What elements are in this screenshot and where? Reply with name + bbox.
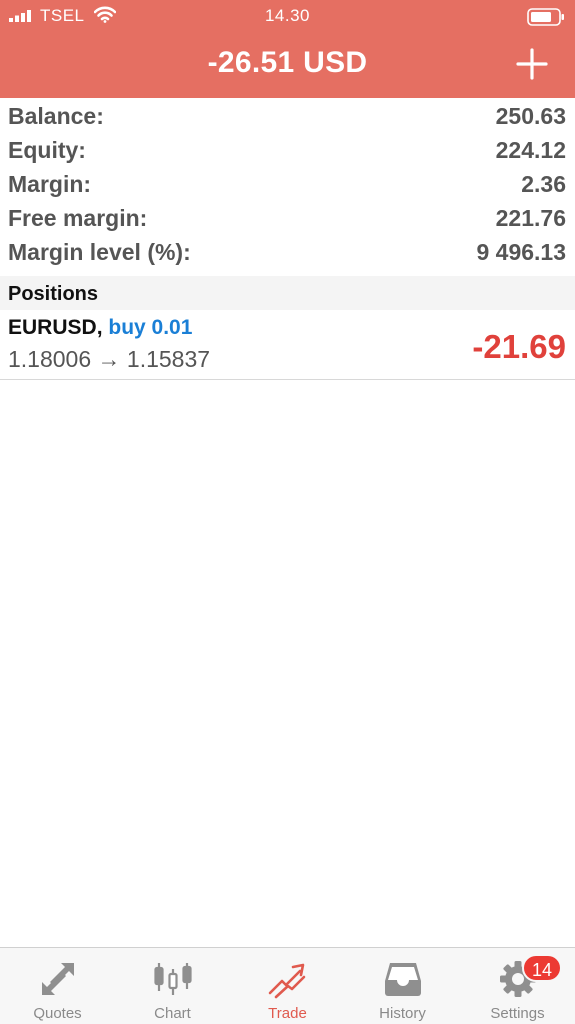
margin-level-value: 9 496.13 xyxy=(476,239,566,265)
margin-level-label: Margin level (%): xyxy=(8,239,191,265)
account-summary: Balance: 250.63 Equity: 224.12 Margin: 2… xyxy=(0,98,575,268)
status-time: 14.30 xyxy=(264,6,311,25)
tab-history-label: History xyxy=(379,1005,426,1022)
equity-label: Equity: xyxy=(8,137,86,163)
inbox-icon xyxy=(384,963,421,996)
equity-value: 224.12 xyxy=(495,137,566,163)
tab-history[interactable]: History xyxy=(345,948,460,1024)
tab-chart[interactable]: Chart xyxy=(115,948,230,1024)
tab-quotes-label: Quotes xyxy=(33,1005,82,1022)
plus-icon xyxy=(516,48,548,80)
settings-notification-badge: 14 xyxy=(522,954,563,982)
candlestick-icon xyxy=(153,963,192,995)
quotes-arrows-icon xyxy=(41,963,74,995)
position-side-volume: buy 0.01 xyxy=(108,316,193,339)
trade-trend-icon xyxy=(268,963,305,999)
position-open-price: 1.18006 xyxy=(8,346,92,372)
position-current-price: 1.15837 xyxy=(126,346,211,372)
position-separator: , xyxy=(96,316,103,339)
arrow-right-icon: → xyxy=(97,346,121,372)
position-prices: 1.18006 → 1.15837 xyxy=(8,346,210,373)
free-margin-label: Free margin: xyxy=(8,205,148,231)
tab-chart-label: Chart xyxy=(154,1005,191,1022)
positions-title: Positions xyxy=(8,283,99,305)
balance-label: Balance: xyxy=(8,103,104,129)
balance-value: 250.63 xyxy=(495,103,566,129)
summary-row-balance: Balance: 250.63 xyxy=(0,98,575,132)
margin-value: 2.36 xyxy=(521,171,566,197)
margin-label: Margin: xyxy=(8,171,92,197)
positions-section-header: Positions xyxy=(0,276,575,310)
position-profit: -21.69 xyxy=(472,328,566,365)
battery-icon xyxy=(527,8,564,26)
tab-settings-label: Settings xyxy=(490,1005,545,1022)
tab-quotes[interactable]: Quotes xyxy=(0,948,115,1024)
status-bar: TSEL 14.30 xyxy=(0,0,575,32)
tab-trade[interactable]: Trade xyxy=(230,948,345,1024)
tab-settings[interactable]: 14 Settings xyxy=(460,948,575,1024)
floating-profit-title: -26.51 USD xyxy=(207,46,368,79)
summary-row-margin-level: Margin level (%): 9 496.13 xyxy=(0,234,575,268)
free-margin-value: 221.76 xyxy=(495,205,566,231)
summary-row-free-margin: Free margin: 221.76 xyxy=(0,200,575,234)
new-order-button[interactable] xyxy=(512,44,552,84)
header-bar: TSEL 14.30 -26.51 USD xyxy=(0,0,575,98)
position-description: EURUSD, buy 0.01 xyxy=(8,316,192,340)
position-symbol: EURUSD xyxy=(8,316,97,339)
position-row[interactable]: EURUSD, buy 0.01 1.18006 → 1.15837 -21.6… xyxy=(0,310,575,380)
tab-bar: Quotes Chart Trade History 14 Settings xyxy=(0,947,575,1024)
summary-row-equity: Equity: 224.12 xyxy=(0,132,575,166)
tab-trade-label: Trade xyxy=(268,1005,307,1022)
summary-row-margin: Margin: 2.36 xyxy=(0,166,575,200)
